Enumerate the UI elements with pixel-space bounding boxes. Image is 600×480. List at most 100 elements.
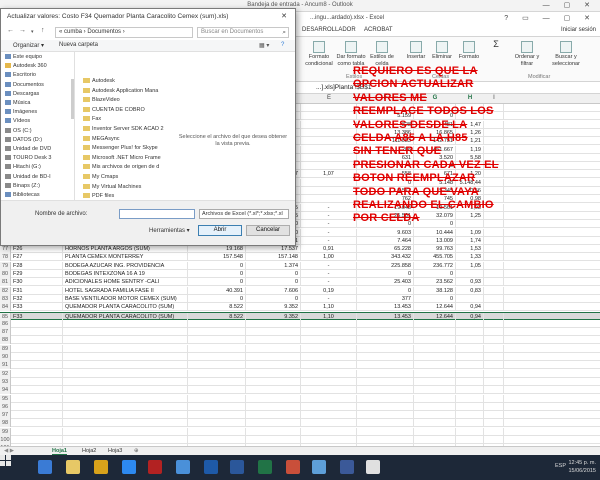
cell-i[interactable] (484, 319, 504, 328)
sheet-tab-3[interactable]: Hoja3 (108, 448, 122, 454)
cell-b[interactable]: HOTEL SAGRADA FAMILIA FASE II (63, 286, 188, 295)
cell-i[interactable] (484, 419, 504, 428)
list-item[interactable]: CUENTA DE COBRO (83, 107, 145, 113)
list-item[interactable]: My Cmaps (83, 174, 118, 180)
cell-e[interactable] (301, 386, 357, 395)
cell-i[interactable] (484, 336, 504, 345)
cell-f[interactable]: 25.403 (357, 278, 414, 287)
cell-e[interactable]: 1,07 (301, 170, 357, 179)
cell-c[interactable]: 40.391 (188, 286, 246, 295)
cell-d[interactable] (246, 377, 301, 386)
cell-g[interactable] (414, 411, 456, 420)
cell-f[interactable]: 0 (357, 270, 414, 278)
list-item[interactable]: Mis archivos de origen de d (83, 164, 159, 170)
tree-item[interactable]: Música (5, 100, 30, 106)
tree-item[interactable]: Vídeos (5, 118, 30, 124)
outlook-window-controls[interactable]: — ▢ ✕ (543, 1, 596, 9)
table-row[interactable]: 84 F33 QUEMADOR PLANTA CARACOLITO (SUM) 8.5… (0, 303, 600, 312)
cell-h[interactable] (456, 353, 484, 361)
excel-window-controls[interactable]: ? ▭ — ▢ ✕ (504, 14, 596, 22)
cell-f[interactable]: 7.464 (357, 236, 414, 245)
tab-desarrollador[interactable]: DESARROLLADOR (302, 27, 356, 33)
cell-c[interactable] (188, 394, 246, 403)
cell-h[interactable]: 1,53 (456, 245, 484, 254)
cell-h[interactable]: 1,09 (456, 228, 484, 237)
row-number[interactable]: 81 (0, 278, 11, 287)
app-icon-7[interactable] (366, 460, 380, 474)
cell-g[interactable]: 455.705 (414, 253, 456, 262)
cell-d[interactable] (246, 394, 301, 403)
cell-d[interactable] (246, 361, 301, 370)
cell-i[interactable] (484, 386, 504, 395)
cell-e[interactable]: - (301, 220, 357, 229)
forward-arrow-icon[interactable]: → (19, 27, 26, 34)
filename-input[interactable] (119, 209, 195, 219)
cell-h[interactable]: 0,93 (456, 278, 484, 287)
acrobat-icon[interactable] (148, 460, 162, 474)
cell-g[interactable]: 0 (414, 294, 456, 303)
cell-b[interactable] (63, 427, 188, 436)
table-row[interactable]: 82 F31 HOTEL SAGRADA FAMILIA FASE II 40.391… (0, 286, 600, 295)
list-item[interactable]: Microsoft .NET Micro Frame (83, 155, 161, 161)
format-button[interactable]: Formato (456, 41, 482, 61)
outlook-icon[interactable] (204, 460, 218, 474)
cell-g[interactable] (414, 361, 456, 370)
cell-b[interactable] (63, 361, 188, 370)
tree-item[interactable]: Binaps (Z:) (5, 183, 40, 189)
cell-c[interactable] (188, 419, 246, 428)
list-item[interactable]: MEGAsync (83, 136, 120, 142)
cell-h[interactable] (456, 436, 484, 444)
cell-g[interactable] (414, 419, 456, 428)
cell-b[interactable] (63, 402, 188, 411)
app-icon-4[interactable] (286, 460, 300, 474)
table-row[interactable]: 86 (0, 319, 600, 328)
cell-h[interactable] (456, 402, 484, 411)
cell-f[interactable] (357, 353, 414, 361)
cell-i[interactable] (484, 344, 504, 353)
cell-c[interactable] (188, 319, 246, 328)
table-row[interactable]: 91 (0, 361, 600, 370)
cell-e[interactable] (301, 353, 357, 361)
cell-a[interactable] (11, 336, 63, 345)
cell-f[interactable] (357, 394, 414, 403)
table-row[interactable]: 98 (0, 419, 600, 428)
cell-i[interactable] (484, 278, 504, 287)
cell-h[interactable] (456, 369, 484, 378)
cell-e[interactable] (301, 145, 357, 154)
cell-i[interactable] (484, 261, 504, 270)
file-explorer-icon[interactable] (66, 460, 80, 474)
cell-c[interactable] (188, 411, 246, 420)
cell-b[interactable]: BODEGAS INTEXZONA 16 A 19 (63, 270, 188, 278)
open-button[interactable]: Abrir (198, 225, 242, 236)
cell-e[interactable]: - (301, 270, 357, 278)
cell-b[interactable]: PLANTA CEMEX MONTERREY (63, 253, 188, 262)
cell-c[interactable] (188, 369, 246, 378)
cell-e[interactable] (301, 377, 357, 386)
cell-i[interactable] (484, 394, 504, 403)
tree-item[interactable]: Autodesk 360 (5, 63, 47, 69)
cell-f[interactable] (357, 419, 414, 428)
list-item[interactable]: PDF files (83, 193, 114, 199)
cell-e[interactable] (301, 162, 357, 171)
cell-a[interactable] (11, 361, 63, 370)
cell-c[interactable] (188, 328, 246, 337)
tree-item[interactable]: OS (C:) (5, 128, 32, 134)
cell-d[interactable] (246, 369, 301, 378)
cell-c[interactable] (188, 361, 246, 370)
column-header-e[interactable]: E (301, 95, 357, 101)
cell-a[interactable] (11, 394, 63, 403)
table-row[interactable]: 87 (0, 328, 600, 337)
row-number[interactable]: 77 (0, 245, 11, 254)
cell-a[interactable] (11, 377, 63, 386)
delete-button[interactable]: Eliminar (430, 41, 454, 61)
cell-e[interactable] (301, 427, 357, 436)
cell-a[interactable]: F26 (11, 245, 63, 254)
list-item[interactable]: Autodesk (83, 78, 115, 84)
tree-item[interactable]: Escritorio (5, 72, 36, 78)
tree-item[interactable]: Unidad de DVD (5, 146, 51, 152)
cell-b[interactable] (63, 377, 188, 386)
cell-a[interactable]: F28 (11, 261, 63, 270)
cell-b[interactable] (63, 369, 188, 378)
help-icon[interactable]: ? (281, 42, 284, 48)
cell-g[interactable] (414, 344, 456, 353)
